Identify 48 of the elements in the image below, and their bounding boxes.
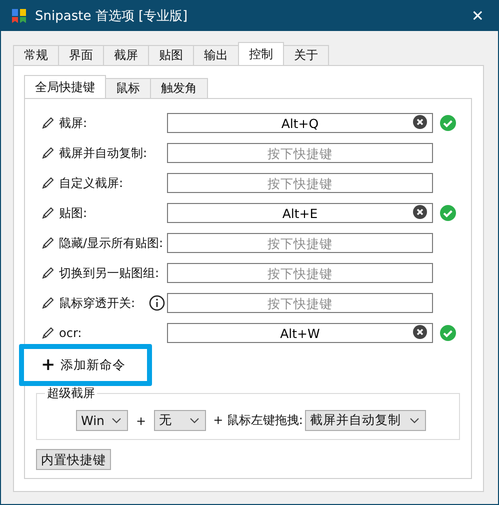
pencil-icon[interactable]	[41, 296, 55, 310]
pencil-icon[interactable]	[41, 236, 55, 250]
shortcut-field[interactable]: Alt+E	[167, 203, 433, 223]
shortcut-label: ocr:	[59, 326, 82, 340]
add-command-button[interactable]: + 添加新命令	[19, 344, 152, 386]
shortcut-field[interactable]: Alt+W	[167, 323, 433, 343]
tab[interactable]: 关于	[283, 45, 329, 65]
drag-label: + 鼠标左键拖拽:	[213, 412, 303, 429]
pencil-icon[interactable]	[41, 146, 55, 160]
shortcut-field[interactable]: 按下快捷键	[167, 263, 433, 283]
pencil-icon[interactable]	[41, 206, 55, 220]
plus-sign: +	[136, 414, 146, 428]
shortcut-label: 切换到另一贴图组:	[59, 264, 160, 282]
window-title: Snipaste 首选项 [专业版]	[35, 8, 189, 25]
shortcut-label: 自定义截屏:	[59, 174, 124, 192]
modifier-dropdown[interactable]: Win	[76, 410, 128, 431]
group-title: 超级截屏	[45, 385, 97, 402]
chevron-down-icon	[410, 418, 419, 424]
tab[interactable]: 控制	[238, 42, 284, 65]
pencil-icon[interactable]	[41, 266, 55, 280]
close-button[interactable]: ✕	[471, 7, 488, 25]
clear-icon[interactable]	[413, 205, 427, 219]
pencil-icon[interactable]	[41, 326, 55, 340]
pencil-icon[interactable]	[41, 176, 55, 190]
shortcut-field[interactable]: 按下快捷键	[167, 143, 433, 163]
shortcut-label: 贴图:	[59, 204, 88, 222]
app-logo-icon	[11, 8, 27, 24]
shortcut-field[interactable]: Alt+Q	[167, 113, 433, 133]
shortcut-field[interactable]: 按下快捷键	[167, 173, 433, 193]
action-dropdown[interactable]: 截屏并自动复制	[304, 410, 426, 431]
tab[interactable]: 常规	[13, 45, 59, 65]
shortcut-field[interactable]: 按下快捷键	[167, 233, 433, 253]
shortcut-label: 截屏:	[59, 114, 88, 132]
clear-icon[interactable]	[413, 115, 427, 129]
chevron-down-icon	[112, 418, 121, 424]
chevron-down-icon	[190, 418, 200, 424]
tab[interactable]: 全局快捷键	[24, 75, 106, 98]
clear-icon[interactable]	[413, 325, 427, 339]
pencil-icon[interactable]	[41, 116, 55, 130]
tab[interactable]: 鼠标	[105, 78, 151, 98]
info-icon[interactable]	[149, 295, 165, 311]
tab[interactable]: 触发角	[150, 78, 208, 98]
builtin-shortcuts-button[interactable]: 内置快捷键	[36, 449, 111, 470]
shortcut-label: 截屏并自动复制:	[59, 144, 148, 162]
shortcut-field[interactable]: 按下快捷键	[167, 293, 433, 313]
modifier-dropdown[interactable]: 无	[154, 410, 206, 431]
shortcut-label: 隐藏/显示所有贴图:	[59, 234, 164, 252]
shortcut-label: 鼠标穿透开关:	[59, 294, 136, 312]
